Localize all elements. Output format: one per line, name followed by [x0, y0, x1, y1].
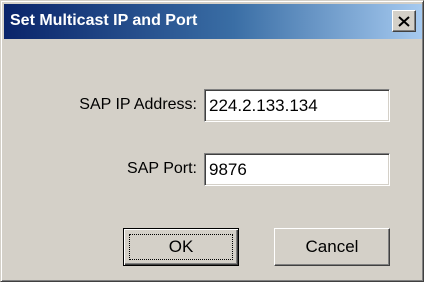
multicast-dialog: Set Multicast IP and Port SAP IP Address…	[0, 0, 424, 282]
close-icon	[398, 15, 410, 27]
sap-ip-address-label: SAP IP Address:	[79, 96, 197, 113]
ok-button-label: OK	[168, 237, 194, 256]
close-button[interactable]	[392, 10, 416, 32]
sap-ip-address-input[interactable]: 224.2.133.134	[204, 89, 390, 122]
cancel-button-label: Cancel	[305, 237, 359, 256]
sap-port-input[interactable]: 9876	[204, 153, 390, 186]
ok-button[interactable]: OK	[123, 228, 239, 266]
sap-port-label: SAP Port:	[127, 160, 197, 177]
cancel-button[interactable]: Cancel	[274, 228, 390, 266]
dialog-title: Set Multicast IP and Port	[10, 12, 198, 29]
title-bar[interactable]: Set Multicast IP and Port	[4, 4, 422, 39]
